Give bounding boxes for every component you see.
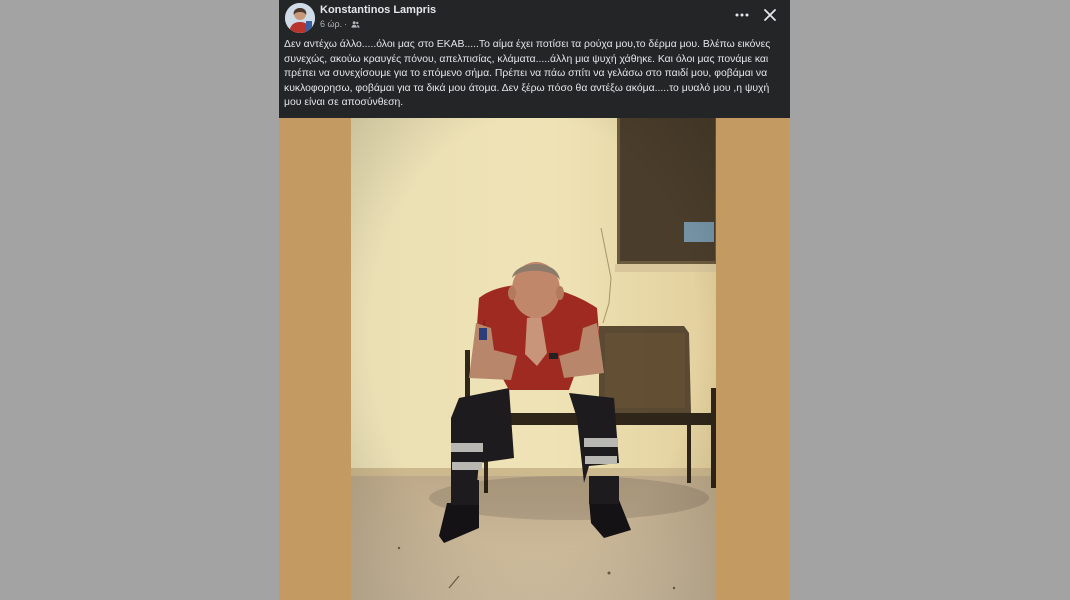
- author-name[interactable]: Konstantinos Lampris: [320, 4, 436, 16]
- more-options-icon: [735, 13, 749, 17]
- facebook-post: Konstantinos Lampris 6 ώρ. · Δεν αντέχω …: [279, 0, 790, 600]
- close-button[interactable]: [759, 4, 781, 26]
- post-time[interactable]: 6 ώρ.: [320, 19, 342, 29]
- post-header: Konstantinos Lampris 6 ώρ. ·: [279, 0, 790, 36]
- post-photo[interactable]: [279, 118, 790, 600]
- friends-icon[interactable]: [351, 20, 360, 29]
- post-text: Δεν αντέχω άλλο.....όλοι μας στο ΕΚΑΒ...…: [284, 39, 771, 109]
- meta-separator: ·: [344, 19, 348, 29]
- avatar[interactable]: [285, 3, 315, 33]
- more-options-button[interactable]: [731, 4, 753, 26]
- post-meta: 6 ώρ. ·: [320, 19, 360, 29]
- close-icon: [764, 9, 776, 21]
